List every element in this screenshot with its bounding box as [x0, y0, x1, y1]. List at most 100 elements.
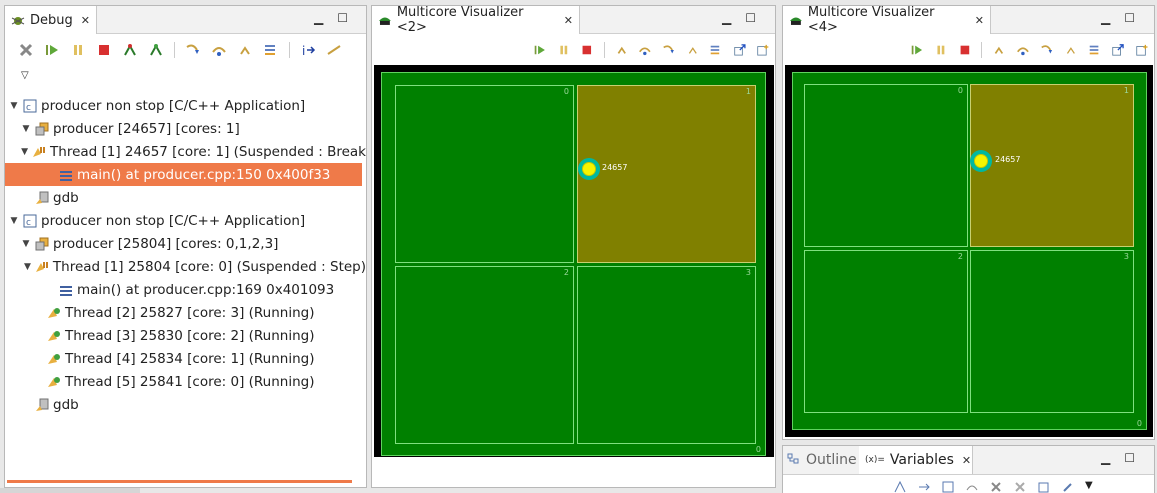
- thread-id-label: 24657: [602, 163, 628, 172]
- tree-row[interactable]: ▼ producer [25804] [cores: 0,1,2,3]: [5, 232, 366, 255]
- maximize-icon[interactable]: ☐: [1124, 11, 1135, 25]
- drop-to-frame-icon[interactable]: [709, 42, 723, 58]
- terminate-icon[interactable]: [958, 42, 972, 58]
- resume-icon[interactable]: [44, 42, 60, 58]
- thread-marker[interactable]: [578, 158, 600, 180]
- tree-row[interactable]: Thread [3] 25830 [core: 2] (Running): [5, 324, 366, 347]
- close-icon[interactable]: ✕: [564, 14, 573, 27]
- show-logical-structure-icon[interactable]: [917, 480, 931, 493]
- view-menu-icon[interactable]: ▽: [21, 70, 29, 81]
- tree-row[interactable]: main() at producer.cpp:150 0x400f33: [5, 163, 362, 186]
- view-menu-icon[interactable]: ▼: [1085, 480, 1093, 493]
- tree-row[interactable]: Thread [5] 25841 [core: 0] (Running): [5, 370, 366, 393]
- disconnect-icon[interactable]: [122, 42, 138, 58]
- tree-row-label: Thread [1] 25804 [core: 0] (Suspended : …: [52, 258, 366, 275]
- remove-terminated-icon[interactable]: [18, 42, 34, 58]
- step-over-icon[interactable]: [1016, 42, 1030, 58]
- pin-icon[interactable]: [1061, 480, 1075, 493]
- minimize-icon[interactable]: ▁: [722, 11, 731, 25]
- suspend-icon[interactable]: [70, 42, 86, 58]
- tree-row[interactable]: ▼ Thread [1] 25804 [core: 0] (Suspended :…: [5, 255, 366, 278]
- step-over-icon[interactable]: [638, 42, 652, 58]
- remove-all-icon[interactable]: [1013, 480, 1027, 493]
- new-view-icon[interactable]: [1037, 480, 1051, 493]
- tree-row[interactable]: Thread [4] 25834 [core: 1] (Running): [5, 347, 366, 370]
- core-box-0[interactable]: 0: [804, 84, 968, 247]
- suspend-icon[interactable]: [557, 42, 571, 58]
- expand-toggle-icon[interactable]: ▼: [24, 262, 31, 272]
- step-return-icon[interactable]: [992, 42, 1006, 58]
- core-box-0[interactable]: 0: [395, 85, 574, 263]
- collapse-all-icon[interactable]: [941, 480, 955, 493]
- tree-row[interactable]: main() at producer.cpp:169 0x401093: [5, 278, 366, 301]
- tree-row[interactable]: ▼ c producer non stop [C/C++ Application]: [5, 209, 366, 232]
- core-box-3[interactable]: 3: [577, 266, 756, 444]
- resume-icon[interactable]: [910, 42, 924, 58]
- close-icon[interactable]: ✕: [81, 14, 90, 27]
- core-box-1[interactable]: 1: [970, 84, 1134, 247]
- close-icon[interactable]: ✕: [962, 454, 971, 467]
- step-into-icon[interactable]: [662, 42, 676, 58]
- tab-outline[interactable]: Outline: [787, 446, 857, 474]
- tab-multicore-visualizer-4[interactable]: Multicore Visualizer <4> ✕: [783, 6, 991, 35]
- refresh-icon[interactable]: [1135, 42, 1149, 58]
- step-into-icon[interactable]: [185, 42, 201, 58]
- export-icon[interactable]: [1111, 42, 1125, 58]
- tab-debug[interactable]: Debug ✕: [5, 6, 97, 34]
- remove-icon[interactable]: [989, 480, 1003, 493]
- step-return-icon[interactable]: [615, 42, 629, 58]
- launch-config-icon: c: [23, 99, 37, 113]
- expand-toggle-icon[interactable]: ▼: [21, 147, 28, 157]
- cpu-box[interactable]: 0 0 1 2 3 24657: [792, 72, 1147, 430]
- expand-toggle-icon[interactable]: ▼: [9, 101, 19, 111]
- tab-variables[interactable]: (x)= Variables ✕: [859, 446, 973, 474]
- instruction-stepping-icon[interactable]: i: [300, 42, 316, 58]
- maximize-icon[interactable]: ☐: [745, 11, 756, 25]
- tree-row[interactable]: ▼ c producer non stop [C/C++ Application]: [5, 94, 366, 117]
- add-watch-icon[interactable]: [965, 480, 979, 493]
- maximize-icon[interactable]: ☐: [337, 11, 348, 25]
- tree-row[interactable]: ▼ Thread [1] 24657 [core: 1] (Suspended :…: [5, 140, 366, 163]
- drop-to-frame-icon[interactable]: [263, 42, 279, 58]
- connect-icon[interactable]: [148, 42, 164, 58]
- drop-to-frame-icon[interactable]: [1088, 42, 1102, 58]
- window-controls: ▁ ☐: [722, 11, 756, 25]
- use-step-filters-icon[interactable]: [326, 42, 342, 58]
- tab-multicore-visualizer-2[interactable]: Multicore Visualizer <2> ✕: [372, 6, 580, 35]
- tree-row[interactable]: ▼ producer [24657] [cores: 1]: [5, 117, 366, 140]
- expand-toggle-icon[interactable]: ▼: [21, 124, 31, 134]
- expand-toggle-icon[interactable]: ▼: [9, 216, 19, 226]
- refresh-icon[interactable]: [756, 42, 770, 58]
- visualizer-canvas[interactable]: 0 0 1 2 3 24657: [785, 65, 1153, 437]
- minimize-icon[interactable]: ▁: [314, 11, 323, 25]
- terminate-icon[interactable]: [580, 42, 594, 58]
- tree-row[interactable]: Thread [2] 25827 [core: 3] (Running): [5, 301, 366, 324]
- cpu-box[interactable]: 0 0 1 2 3 24657: [381, 72, 766, 456]
- step-return-icon[interactable]: [237, 42, 253, 58]
- core-box-3[interactable]: 3: [970, 250, 1134, 413]
- terminate-icon[interactable]: [96, 42, 112, 58]
- core-box-2[interactable]: 2: [804, 250, 968, 413]
- core-box-1[interactable]: 1: [577, 85, 756, 263]
- thread-marker[interactable]: [970, 150, 992, 172]
- export-icon[interactable]: [733, 42, 747, 58]
- visualizer-canvas[interactable]: 0 0 1 2 3 24657: [374, 65, 774, 457]
- core-number: 0: [957, 86, 963, 95]
- step-over-icon[interactable]: [211, 42, 227, 58]
- tree-row[interactable]: gdb: [5, 393, 366, 416]
- step-return-icon[interactable]: [1064, 42, 1078, 58]
- core-box-2[interactable]: 2: [395, 266, 574, 444]
- minimize-icon[interactable]: ▁: [1101, 451, 1110, 465]
- bottom-tabbar: Outline (x)= Variables ✕ ▁ ☐: [783, 446, 1154, 475]
- step-return-icon[interactable]: [686, 42, 700, 58]
- resume-icon[interactable]: [533, 42, 547, 58]
- show-type-names-icon[interactable]: [893, 480, 907, 493]
- suspend-icon[interactable]: [934, 42, 948, 58]
- minimize-icon[interactable]: ▁: [1101, 11, 1110, 25]
- tree-row[interactable]: gdb: [5, 186, 366, 209]
- step-into-icon[interactable]: [1040, 42, 1054, 58]
- expand-toggle-icon[interactable]: ▼: [21, 239, 31, 249]
- close-icon[interactable]: ✕: [975, 14, 984, 27]
- tree-row-label: main() at producer.cpp:150 0x400f33: [77, 166, 331, 183]
- maximize-icon[interactable]: ☐: [1124, 451, 1135, 465]
